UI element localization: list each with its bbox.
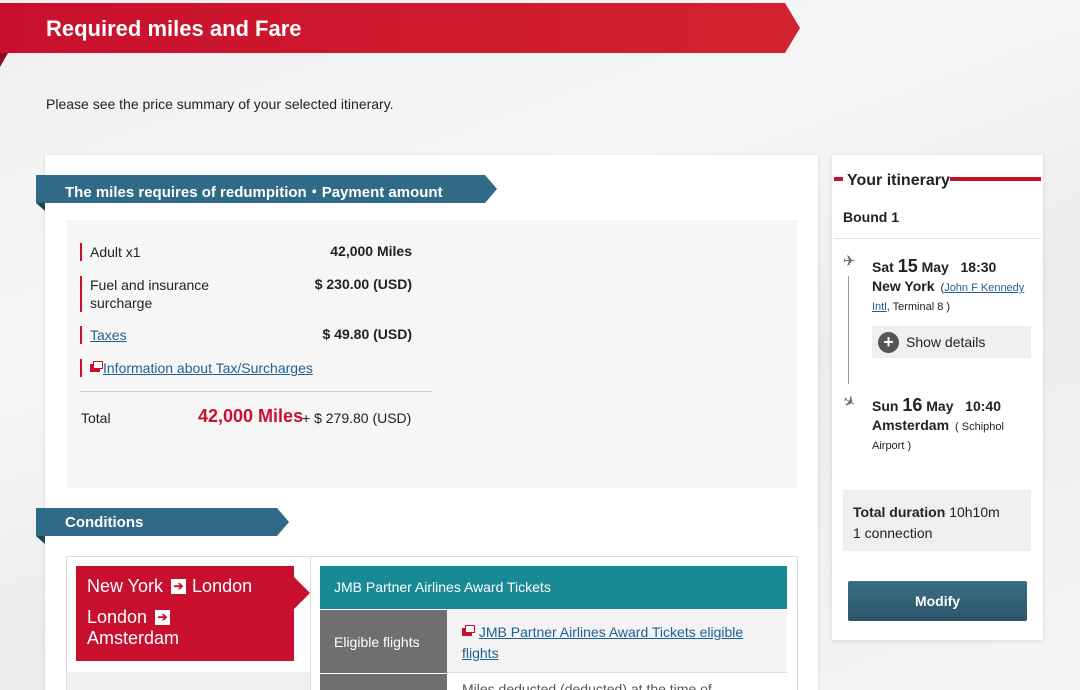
page-title: Required miles and Fare	[0, 3, 800, 53]
route-segment-2: London ➔ Amsterdam	[87, 607, 294, 649]
itinerary-title: Your itinerary	[847, 172, 950, 189]
eligible-flights-value: JMB Partner Airlines Award Tickets eligi…	[447, 610, 787, 673]
route-tab-next[interactable]	[67, 672, 310, 690]
route-from: New York	[87, 576, 164, 596]
takeoff-icon: ✈	[843, 253, 856, 270]
show-details-label: Show details	[906, 334, 986, 350]
route-from: London	[87, 607, 148, 627]
intro-text: Please see the price summary of your sel…	[46, 96, 394, 112]
conditions-column-divider	[310, 556, 311, 690]
conditions-heading: Conditions	[36, 508, 289, 536]
fare-label-adult: Adult x1	[80, 243, 141, 261]
duration-summary: Total duration 10h10m 1 connection	[843, 490, 1031, 551]
arrow-right-icon: ➔	[155, 610, 171, 625]
arrival-day: 16	[902, 395, 923, 415]
connections-count: 1 connection	[853, 525, 933, 541]
departure-location: New York (John F Kennedy Intl, Terminal 8…	[872, 278, 1025, 313]
arrival-location: Amsterdam( Schiphol Airport )	[872, 416, 1032, 456]
next-condition-value: Miles deducted (deducted) at the time of…	[462, 681, 728, 690]
departure-month: May	[921, 259, 949, 275]
next-condition-label	[320, 674, 447, 690]
bound-label: Bound 1	[843, 209, 899, 225]
total-label: Total	[81, 410, 111, 426]
taxes-link[interactable]: Taxes	[90, 327, 127, 343]
duration-row: Total duration 10h10m	[853, 502, 1031, 523]
plus-circle-icon: +	[878, 332, 899, 353]
arrival-datetime: Sun 16 May 10:40	[872, 395, 1001, 416]
departure-weekday: Sat	[872, 259, 894, 275]
departure-city: New York	[872, 278, 935, 294]
eligible-flights-label: Eligible flights	[320, 610, 447, 673]
fare-section-heading: The miles requires of redumpition・Paymen…	[36, 175, 497, 203]
fare-divider	[80, 391, 432, 392]
fare-value-taxes: $ 49.80 (USD)	[322, 326, 412, 342]
itinerary-divider	[834, 238, 1041, 239]
fare-label-surcharge: Fuel and insurance surcharge	[80, 276, 220, 312]
arrow-right-icon: ➔	[171, 579, 187, 594]
fare-row-surcharge: Fuel and insurance surcharge $ 230.00 (U…	[80, 276, 412, 312]
route-tab-active[interactable]: New York ➔ London London ➔ Amsterdam	[76, 566, 310, 661]
fare-row-adult: Adult x1 42,000 Miles	[80, 243, 412, 261]
fare-heading-fold	[36, 203, 45, 211]
award-type-heading: JMB Partner Airlines Award Tickets	[320, 566, 787, 609]
fare-value-adult: 42,000 Miles	[330, 243, 412, 259]
route-to: Amsterdam	[87, 628, 180, 648]
eligible-flights-link[interactable]: JMB Partner Airlines Award Tickets eligi…	[462, 624, 743, 661]
fare-row-taxes: Taxes $ 49.80 (USD)	[80, 326, 412, 344]
show-details-button[interactable]: + Show details	[872, 326, 1031, 358]
tax-info-wrapper: Information about Tax/Surcharges	[80, 359, 313, 377]
external-window-icon	[462, 625, 475, 636]
flight-timeline	[848, 276, 849, 384]
route-to: London	[192, 576, 253, 596]
arrival-month: May	[926, 398, 954, 414]
fare-label-taxes: Taxes	[80, 326, 127, 344]
departure-datetime: Sat 15 May 18:30	[872, 256, 996, 277]
conditions-heading-fold	[36, 536, 45, 544]
route-segment-1: New York ➔ London	[87, 576, 294, 597]
departure-time: 18:30	[960, 259, 997, 275]
tax-info-link[interactable]: Information about Tax/Surcharges	[103, 360, 313, 376]
fare-value-surcharge: $ 230.00 (USD)	[314, 276, 412, 292]
departure-terminal: , Terminal 8 )	[886, 301, 951, 313]
fare-row-tax-info: Information about Tax/Surcharges	[80, 359, 412, 377]
arrival-city: Amsterdam	[872, 417, 950, 433]
external-window-icon	[90, 361, 103, 372]
title-accent-right	[950, 177, 1041, 181]
duration-label: Total duration	[853, 504, 946, 520]
modify-button[interactable]: Modify	[848, 581, 1027, 621]
arrival-weekday: Sun	[872, 398, 899, 414]
arrival-time: 10:40	[965, 398, 1001, 414]
departure-day: 15	[897, 256, 918, 276]
total-cash: + $ 279.80 (USD)	[302, 410, 412, 426]
header-fold	[0, 53, 8, 67]
total-miles: 42,000 Miles	[198, 406, 304, 426]
duration-value: 10h10m	[949, 504, 1000, 520]
title-accent-left	[834, 177, 843, 181]
